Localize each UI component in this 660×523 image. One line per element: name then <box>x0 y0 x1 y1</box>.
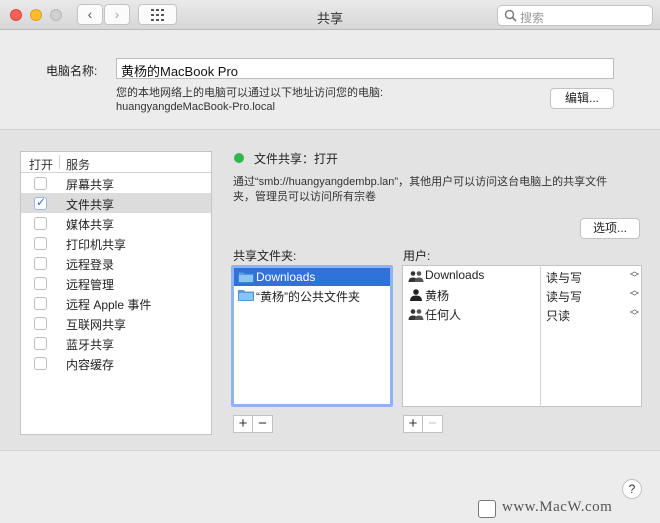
updown-chevron-icon[interactable]: ︿ ﹀ <box>630 305 639 321</box>
add-folder-button[interactable]: + <box>233 415 253 433</box>
folder-icon <box>238 272 254 283</box>
service-checkbox[interactable] <box>34 317 47 330</box>
shared-folder-label: “黄杨”的公共文件夹 <box>256 290 360 304</box>
service-row[interactable]: 远程 Apple 事件 <box>21 293 211 313</box>
service-row[interactable]: 远程管理 <box>21 273 211 293</box>
watermark-logo-icon <box>478 500 496 518</box>
title-bar: ‹ › 共享 搜索 <box>0 0 660 30</box>
folder-icon <box>238 290 254 301</box>
service-checkbox[interactable] <box>34 195 47 210</box>
user-name: 任何人 <box>425 308 462 322</box>
service-checkbox[interactable] <box>34 357 47 370</box>
service-checkbox[interactable] <box>34 237 47 250</box>
service-label: 蓝牙共享 <box>66 338 115 352</box>
service-checkbox[interactable] <box>34 277 47 290</box>
shared-folder-row[interactable]: Downloads <box>234 268 390 286</box>
permission-select[interactable]: 只读 <box>546 307 570 324</box>
user-row[interactable]: Downloads 读与写 ︿ ﹀ <box>403 266 641 285</box>
services-rows: 屏幕共享文件共享媒体共享打印机共享远程登录远程管理远程 Apple 事件互联网共… <box>21 173 211 373</box>
service-row[interactable]: 互联网共享 <box>21 313 211 333</box>
users-list[interactable]: Downloads 读与写 ︿ ﹀ 黄杨 读与写 ︿ ﹀ 任何人 只读 ︿ ﹀ <box>402 265 642 407</box>
status-text: 文件共享：打开 <box>254 152 339 166</box>
updown-chevron-icon[interactable]: ︿ ﹀ <box>630 267 639 283</box>
shared-folder-label: Downloads <box>256 270 316 284</box>
service-label: 远程管理 <box>66 278 115 292</box>
computer-name-description: 您的本地网络上的电脑可以通过以下地址访问您的电脑: huangyangdeMac… <box>116 86 383 114</box>
local-hostname: huangyangdeMacBook-Pro.local <box>116 101 275 113</box>
users-label: 用户: <box>403 249 431 263</box>
service-checkbox[interactable] <box>34 337 47 350</box>
computer-name-field[interactable]: 黄杨的MacBook Pro <box>116 58 614 79</box>
computer-name-label: 电脑名称: <box>46 64 98 78</box>
users-rows: Downloads 读与写 ︿ ﹀ 黄杨 读与写 ︿ ﹀ 任何人 只读 ︿ ﹀ <box>403 266 641 323</box>
service-row[interactable]: 屏幕共享 <box>21 173 211 193</box>
shared-folder-row[interactable]: “黄杨”的公共文件夹 <box>234 286 390 304</box>
address-hint: 您的本地网络上的电脑可以通过以下地址访问您的电脑: <box>116 87 384 99</box>
column-header-service[interactable]: 服务 <box>66 156 90 173</box>
watermark-text: www.MacW.com <box>502 499 613 515</box>
service-label: 内容缓存 <box>66 358 115 372</box>
user-row[interactable]: 黄杨 读与写 ︿ ﹀ <box>403 285 641 304</box>
service-row[interactable]: 打印机共享 <box>21 233 211 253</box>
column-header-on[interactable]: 打开 <box>29 156 53 173</box>
search-icon <box>504 9 517 22</box>
options-button[interactable]: 选项... <box>580 218 640 239</box>
shared-folders-label: 共享文件夹: <box>233 249 297 263</box>
service-row[interactable]: 媒体共享 <box>21 213 211 233</box>
user-name: Downloads <box>425 268 485 282</box>
watermark: www.MacW.com <box>478 498 658 520</box>
service-label: 媒体共享 <box>66 218 115 232</box>
remove-user-button[interactable]: − <box>423 415 443 433</box>
services-header: 打开 服务 <box>21 152 211 173</box>
service-label: 远程登录 <box>66 258 115 272</box>
services-list[interactable]: 打开 服务 屏幕共享文件共享媒体共享打印机共享远程登录远程管理远程 Apple … <box>20 151 212 435</box>
service-checkbox[interactable] <box>34 217 47 230</box>
search-placeholder: 搜索 <box>520 11 545 25</box>
service-checkbox[interactable] <box>34 297 47 310</box>
status-indicator <box>234 153 244 163</box>
share-info-line1: 通过“smb://huangyangdembp.lan”，其他用户可以访问这台电… <box>233 176 608 188</box>
permission-select[interactable]: 读与写 <box>546 269 582 286</box>
share-info-line2: 夹，管理员可以访问所有宗卷 <box>233 191 376 203</box>
folder-add-remove: + − <box>233 415 273 433</box>
service-row[interactable]: 文件共享 <box>21 193 211 213</box>
remove-folder-button[interactable]: − <box>253 415 273 433</box>
add-user-button[interactable]: + <box>403 415 423 433</box>
service-label: 屏幕共享 <box>66 178 115 192</box>
service-row[interactable]: 蓝牙共享 <box>21 333 211 353</box>
service-label: 打印机共享 <box>66 238 127 252</box>
shared-folders-list[interactable]: Downloads “黄杨”的公共文件夹 <box>231 265 393 407</box>
help-button[interactable]: ? <box>622 479 642 499</box>
updown-chevron-icon[interactable]: ︿ ﹀ <box>630 286 639 302</box>
group-icon <box>408 271 424 282</box>
search-field[interactable]: 搜索 <box>497 5 653 26</box>
service-label: 文件共享 <box>66 198 115 212</box>
service-label: 远程 Apple 事件 <box>66 298 152 312</box>
edit-hostname-button[interactable]: 编辑... <box>550 88 614 109</box>
user-row[interactable]: 任何人 只读 ︿ ﹀ <box>403 304 641 323</box>
service-checkbox[interactable] <box>34 177 47 190</box>
service-label: 互联网共享 <box>66 318 127 332</box>
service-checkbox[interactable] <box>34 257 47 270</box>
person-icon <box>410 289 422 301</box>
service-row[interactable]: 内容缓存 <box>21 353 211 373</box>
service-row[interactable]: 远程登录 <box>21 253 211 273</box>
column-divider <box>59 155 60 169</box>
user-add-remove: + − <box>403 415 443 433</box>
share-info: 通过“smb://huangyangdembp.lan”，其他用户可以访问这台电… <box>233 175 643 205</box>
group-icon <box>408 309 424 320</box>
user-name: 黄杨 <box>425 289 450 303</box>
permission-select[interactable]: 读与写 <box>546 288 582 305</box>
shared-folders-rows: Downloads “黄杨”的公共文件夹 <box>234 268 390 304</box>
